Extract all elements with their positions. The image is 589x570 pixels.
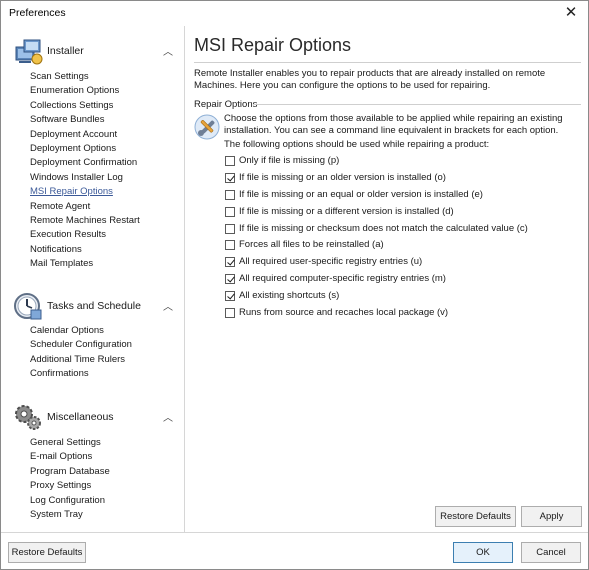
option-row[interactable]: Only if file is missing (p) — [225, 154, 339, 167]
sidebar: Installer ︿ Scan Settings Enumeration Op… — [2, 26, 185, 532]
sidebar-item-deployment-account[interactable]: Deployment Account — [30, 128, 180, 142]
option-row[interactable]: All required user-specific registry entr… — [225, 255, 422, 268]
option-label: If file is missing or a different versio… — [239, 206, 454, 217]
chevron-up-icon[interactable]: ︿ — [161, 43, 175, 58]
option-label: Runs from source and recaches local pack… — [239, 307, 449, 318]
sidebar-item-remote-agent[interactable]: Remote Agent — [30, 200, 180, 214]
option-label: If file is missing or checksum does not … — [239, 223, 528, 234]
checkbox[interactable] — [225, 189, 235, 200]
sidebar-item-program-database[interactable]: Program Database — [30, 465, 180, 479]
checkbox-checked[interactable] — [225, 172, 235, 183]
option-row[interactable]: If file is missing or a different versio… — [225, 205, 454, 218]
title-bar: Preferences ✕ — [1, 1, 588, 26]
sidebar-item-msi-repair-options[interactable]: MSI Repair Options — [30, 185, 180, 199]
sidebar-item-notifications[interactable]: Notifications — [30, 243, 180, 257]
option-label: If file is missing or an equal or older … — [239, 189, 483, 200]
page-title: MSI Repair Options — [194, 35, 352, 55]
close-icon[interactable]: ✕ — [562, 4, 580, 22]
checkbox-checked[interactable] — [225, 290, 235, 301]
option-label: Forces all files to be reinstalled (a) — [239, 239, 384, 250]
group-divider — [253, 104, 581, 105]
preferences-window: Preferences ✕ Installer ︿ Scan Settings … — [0, 0, 589, 570]
restore-defaults-page-button[interactable]: Restore Defaults — [435, 506, 516, 527]
sidebar-item-system-tray[interactable]: System Tray — [30, 508, 180, 522]
sidebar-item-deployment-options[interactable]: Deployment Options — [30, 142, 180, 156]
chevron-up-icon[interactable]: ︿ — [161, 298, 175, 313]
sidebar-item-software-bundles[interactable]: Software Bundles — [30, 113, 180, 127]
checkbox[interactable] — [225, 307, 235, 318]
group-description: Choose the options from those available … — [224, 113, 563, 136]
checkbox[interactable] — [225, 155, 235, 166]
option-label: Only if file is missing (p) — [239, 155, 340, 166]
option-row[interactable]: Runs from source and recaches local pack… — [225, 306, 448, 319]
options-sub-label: The following options should be used whi… — [224, 139, 490, 150]
checkbox-checked[interactable] — [225, 273, 235, 284]
window-title: Preferences — [9, 7, 66, 19]
option-row[interactable]: If file is missing or checksum does not … — [225, 222, 528, 235]
sidebar-item-general-settings[interactable]: General Settings — [30, 436, 180, 450]
section-header-tasks-and-schedule[interactable]: Tasks and Schedule ︿ — [2, 288, 185, 324]
main-panel: MSI Repair Options Remote Installer enab… — [187, 26, 588, 532]
sidebar-item-mail-templates[interactable]: Mail Templates — [30, 257, 180, 271]
intro-text: Remote Installer enables you to repair p… — [194, 68, 546, 91]
clock-icon — [14, 293, 42, 320]
nav-list-miscellaneous: General Settings E-mail Options Program … — [30, 436, 180, 522]
option-row[interactable]: If file is missing or an equal or older … — [225, 188, 483, 201]
section-title-miscellaneous: Miscellaneous — [47, 411, 114, 423]
option-label: All required computer-specific registry … — [239, 273, 446, 284]
sidebar-item-enumeration-options[interactable]: Enumeration Options — [30, 84, 180, 98]
gears-icon — [15, 405, 41, 430]
option-label: If file is missing or an older version i… — [239, 172, 446, 183]
checkbox[interactable] — [225, 239, 235, 250]
group-label-repair-options: Repair Options — [194, 99, 258, 110]
option-row[interactable]: All required computer-specific registry … — [225, 272, 446, 285]
option-row[interactable]: If file is missing or an older version i… — [225, 171, 446, 184]
apply-button[interactable]: Apply — [521, 506, 582, 527]
section-title-tasks-and-schedule: Tasks and Schedule — [47, 300, 141, 312]
nav-list-tasks-and-schedule: Calendar Options Scheduler Configuration… — [30, 324, 180, 382]
option-label: All required user-specific registry entr… — [239, 256, 423, 267]
option-label: All existing shortcuts (s) — [239, 290, 340, 301]
ok-button[interactable]: OK — [453, 542, 513, 563]
title-divider — [194, 62, 581, 63]
sidebar-item-windows-installer-log[interactable]: Windows Installer Log — [30, 171, 180, 185]
checkbox-checked[interactable] — [225, 256, 235, 267]
nav-list-installer: Scan Settings Enumeration Options Collec… — [30, 70, 180, 271]
sidebar-item-confirmations[interactable]: Confirmations — [30, 367, 180, 381]
sidebar-item-execution-results[interactable]: Execution Results — [30, 228, 180, 242]
option-row[interactable]: All existing shortcuts (s) — [225, 289, 339, 302]
sidebar-item-email-options[interactable]: E-mail Options — [30, 450, 180, 464]
sidebar-item-additional-time-rulers[interactable]: Additional Time Rulers — [30, 353, 180, 367]
section-title-installer: Installer — [47, 45, 84, 57]
sidebar-item-deployment-confirmation[interactable]: Deployment Confirmation — [30, 156, 180, 170]
checkbox[interactable] — [225, 223, 235, 234]
wrench-screwdriver-icon — [194, 114, 220, 140]
sidebar-item-scan-settings[interactable]: Scan Settings — [30, 70, 180, 84]
option-row[interactable]: Forces all files to be reinstalled (a) — [225, 238, 384, 251]
section-header-miscellaneous[interactable]: Miscellaneous ︿ — [2, 399, 185, 435]
chevron-up-icon[interactable]: ︿ — [161, 409, 175, 424]
sidebar-item-proxy-settings[interactable]: Proxy Settings — [30, 479, 180, 493]
section-header-installer[interactable]: Installer ︿ — [2, 33, 185, 69]
checkbox[interactable] — [225, 206, 235, 217]
installer-icon — [15, 39, 43, 65]
sidebar-item-scheduler-configuration[interactable]: Scheduler Configuration — [30, 338, 180, 352]
restore-defaults-button[interactable]: Restore Defaults — [8, 542, 86, 563]
sidebar-item-log-configuration[interactable]: Log Configuration — [30, 494, 180, 508]
cancel-button[interactable]: Cancel — [521, 542, 581, 563]
sidebar-item-calendar-options[interactable]: Calendar Options — [30, 324, 180, 338]
sidebar-item-remote-machines-restart[interactable]: Remote Machines Restart — [30, 214, 180, 228]
sidebar-item-collections-settings[interactable]: Collections Settings — [30, 99, 180, 113]
footer-divider — [1, 532, 588, 533]
